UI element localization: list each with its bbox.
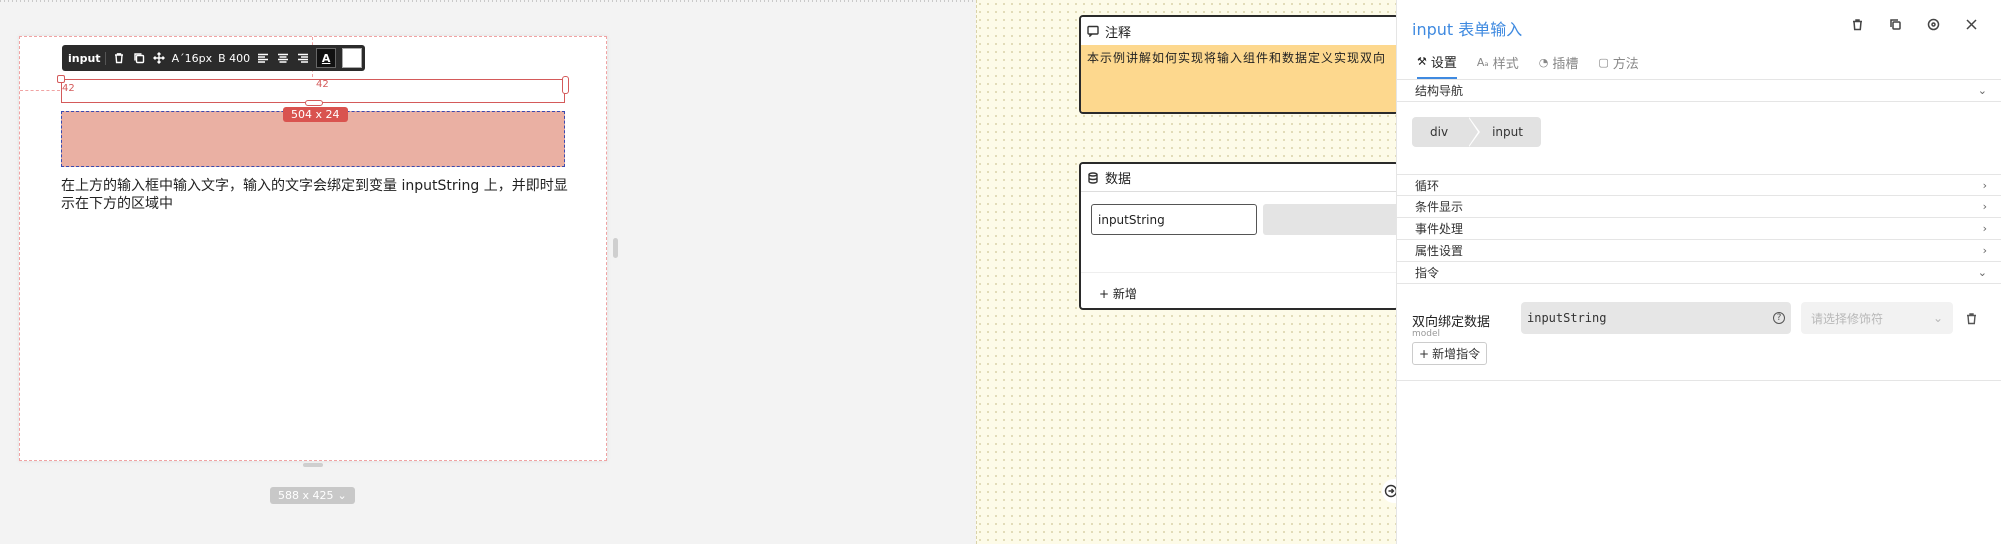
chevron-down-icon: ⌄ xyxy=(1932,311,1943,325)
slot-icon: ◔ xyxy=(1538,56,1549,69)
tab-slots[interactable]: ◔ 插槽 xyxy=(1539,52,1579,79)
section-structure-nav-label: 结构导航 xyxy=(1415,84,1464,98)
resize-handle-bottom[interactable] xyxy=(305,100,323,106)
delete-icon[interactable] xyxy=(112,51,126,65)
note-card[interactable]: 注释 本示例讲解如何实现将输入组件和数据定义实现双向 xyxy=(1079,15,1399,114)
section-events[interactable]: 事件处理 › xyxy=(1397,218,2001,240)
chevron-right-icon: › xyxy=(1982,222,1987,235)
align-left-icon[interactable] xyxy=(256,51,270,65)
variable-value-field[interactable] xyxy=(1263,204,1397,235)
resize-handle-top-left[interactable] xyxy=(57,75,65,83)
section-conditional[interactable]: 条件显示 › xyxy=(1397,196,2001,218)
locate-icon[interactable] xyxy=(1925,16,1941,32)
add-directive-label: 新增指令 xyxy=(1432,347,1481,361)
directive-label: 双向绑定数据 xyxy=(1412,315,1491,330)
data-card-divider xyxy=(1081,272,1397,273)
breadcrumb-item-div[interactable]: div xyxy=(1412,117,1481,147)
section-loop-label: 循环 xyxy=(1415,178,1440,193)
add-directive-button[interactable]: + 新增指令 xyxy=(1412,342,1488,365)
section-properties[interactable]: 属性设置 › xyxy=(1397,240,2001,262)
section-events-label: 事件处理 xyxy=(1415,222,1464,236)
move-icon[interactable] xyxy=(152,51,166,65)
align-center-icon[interactable] xyxy=(276,51,290,65)
board-divider xyxy=(976,0,977,544)
description-text: 在上方的输入框中输入文字，输入的文字会绑定到变量 inputString 上，并… xyxy=(61,178,568,212)
text-color-button[interactable]: A xyxy=(316,48,337,68)
resize-handle-right[interactable] xyxy=(562,76,569,94)
database-icon xyxy=(1088,171,1098,184)
method-icon: ▢ xyxy=(1598,56,1609,69)
panel-tabs: ⚒ 设置 Aₐ 样式 ◔ 插槽 ▢ 方法 xyxy=(1417,52,1639,79)
horizontal-guide xyxy=(20,90,60,91)
panel-actions xyxy=(1849,16,1979,32)
font-style-icon: Aₐ xyxy=(1476,56,1489,69)
tools-icon: ⚒ xyxy=(1417,55,1427,68)
chevron-down-icon: ⌄ xyxy=(1977,84,1987,97)
tab-slots-label: 插槽 xyxy=(1552,57,1579,72)
data-card-title: 数据 xyxy=(1105,172,1132,187)
plus-icon: + xyxy=(1419,346,1430,361)
plus-icon: + xyxy=(1099,287,1110,301)
font-size-control[interactable]: A´16px xyxy=(172,52,213,65)
top-ruler xyxy=(0,0,976,2)
modifier-placeholder: 请选择修饰符 xyxy=(1811,311,1884,326)
delete-directive-icon[interactable] xyxy=(1965,310,1981,326)
copy-icon[interactable] xyxy=(132,51,146,65)
section-properties-label: 属性设置 xyxy=(1415,244,1464,258)
tab-methods-label: 方法 xyxy=(1612,57,1639,72)
tab-settings[interactable]: ⚒ 设置 xyxy=(1417,52,1457,79)
chevron-down-icon: ⌄ xyxy=(1977,266,1987,279)
directive-value: inputString xyxy=(1527,311,1607,325)
section-directives-label: 指令 xyxy=(1415,266,1440,280)
close-icon[interactable] xyxy=(1963,16,1979,32)
copy-icon[interactable] xyxy=(1887,16,1903,32)
note-card-header: 注释 xyxy=(1081,17,1397,45)
add-variable-button[interactable]: + 新增 xyxy=(1099,285,1137,302)
canvas-size-label: 588 x 425 xyxy=(278,489,334,502)
variable-name-input[interactable]: inputString xyxy=(1091,204,1257,235)
modifier-select[interactable]: 请选择修饰符 ⌄ xyxy=(1801,302,1953,334)
tab-methods[interactable]: ▢ 方法 xyxy=(1598,52,1638,79)
design-canvas[interactable]: input A´16px B 400 A 42 42 504 x 24 在上方的… xyxy=(19,36,607,467)
note-card-body: 本示例讲解如何实现将输入组件和数据定义实现双向 xyxy=(1081,45,1397,112)
section-structure-nav[interactable]: 结构导航 ⌄ xyxy=(1397,80,2001,102)
directive-value-input[interactable]: inputString ? xyxy=(1521,302,1791,334)
add-variable-label: 新增 xyxy=(1112,287,1137,301)
canvas-resize-handle-bottom[interactable] xyxy=(303,463,323,467)
help-icon[interactable]: ? xyxy=(1773,312,1785,324)
section-directives[interactable]: 指令 ⌄ xyxy=(1397,262,2001,284)
canvas-area: input A´16px B 400 A 42 42 504 x 24 在上方的… xyxy=(0,0,976,544)
section-conditional-label: 条件显示 xyxy=(1415,200,1464,214)
tab-style-label: 样式 xyxy=(1492,57,1519,72)
tab-settings-label: 设置 xyxy=(1430,56,1457,71)
chevron-right-icon: › xyxy=(1982,178,1987,192)
tab-style[interactable]: Aₐ 样式 xyxy=(1477,52,1519,79)
chevron-right-icon: › xyxy=(1982,244,1987,257)
panel-title: input 表单输入 xyxy=(1412,20,1523,39)
data-card[interactable]: 数据 inputString + 新增 xyxy=(1079,162,1399,310)
section-loop[interactable]: 循环 › xyxy=(1397,174,2001,196)
background-color-button[interactable] xyxy=(342,48,363,68)
font-weight-control[interactable]: B 400 xyxy=(218,52,250,65)
comment-icon xyxy=(1087,25,1099,37)
chevron-down-icon: ⌄ xyxy=(337,489,347,502)
align-right-icon[interactable] xyxy=(296,51,310,65)
canvas-size-selector[interactable]: 588 x 425 ⌄ xyxy=(270,487,355,504)
chevron-right-icon: › xyxy=(1982,200,1987,213)
data-card-header: 数据 xyxy=(1081,164,1397,192)
element-toolbar: input A´16px B 400 A xyxy=(62,45,366,71)
canvas-resize-handle-right[interactable] xyxy=(613,238,618,258)
toolbar-element-label: input xyxy=(68,51,106,65)
element-size-badge: 504 x 24 xyxy=(283,107,348,122)
delete-icon[interactable] xyxy=(1849,16,1865,32)
top-offset-label: 42 xyxy=(316,79,329,90)
left-offset-label: 42 xyxy=(62,83,75,94)
panel-divider xyxy=(1397,380,2001,381)
directive-sub-label: model xyxy=(1412,329,1441,339)
selected-input-element[interactable]: 42 42 xyxy=(57,75,569,106)
properties-panel: input 表单输入 ⚒ 设置 Aₐ 样式 ◔ 插槽 ▢ 方法 结构导航 ⌄ d… xyxy=(1396,0,2001,544)
breadcrumb: div input xyxy=(1412,117,1541,147)
note-card-title: 注释 xyxy=(1105,25,1132,41)
